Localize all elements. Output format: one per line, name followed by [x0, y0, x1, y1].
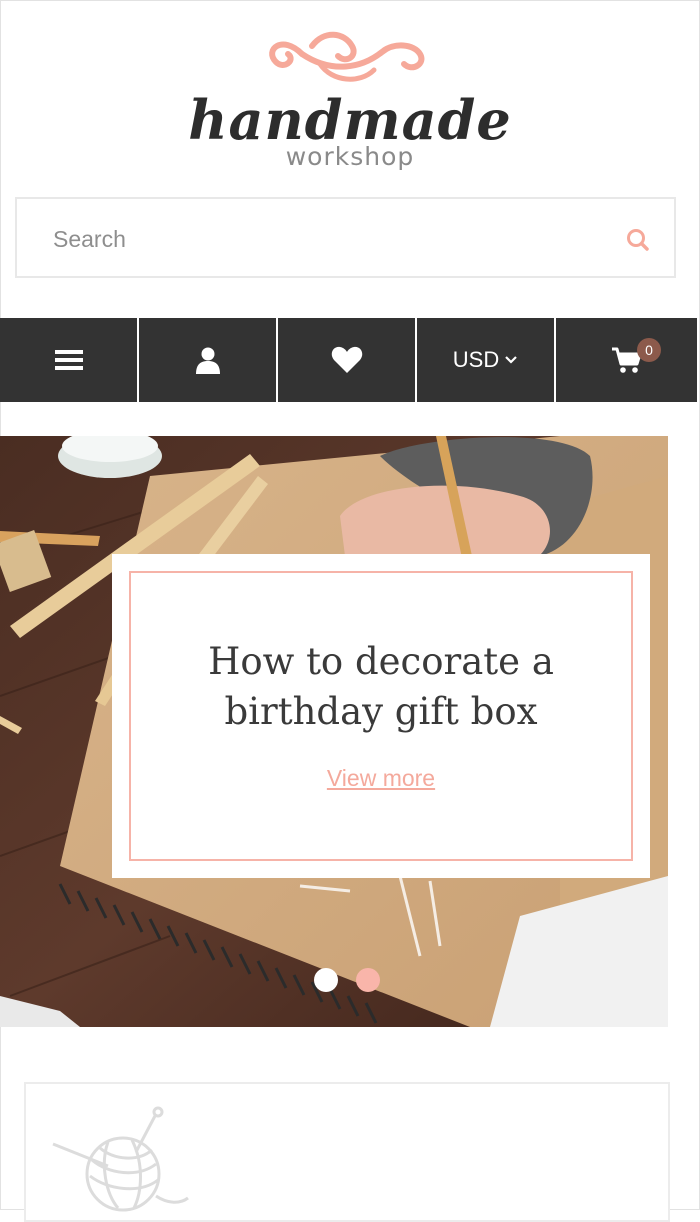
- search-bar: [15, 197, 676, 278]
- feature-card: [24, 1082, 670, 1222]
- slider-dot-2[interactable]: [356, 968, 380, 992]
- currency-selector[interactable]: USD: [417, 318, 556, 402]
- chevron-down-icon: [505, 356, 517, 364]
- currency-label: USD: [452, 347, 500, 372]
- cart-count-badge: 0: [637, 338, 661, 362]
- site-logo[interactable]: handmade workshop: [0, 18, 700, 178]
- search-input[interactable]: [51, 217, 595, 261]
- view-more-link[interactable]: View more: [131, 765, 631, 792]
- swirl-ornament-icon: [269, 31, 425, 82]
- wishlist-button[interactable]: [278, 318, 417, 402]
- yarn-ball-icon: [52, 1106, 189, 1212]
- hero-slider[interactable]: How to decorate a birthday gift box View…: [0, 436, 668, 1027]
- user-icon: [195, 347, 220, 374]
- cart-button[interactable]: 0: [556, 318, 697, 402]
- account-button[interactable]: [139, 318, 278, 402]
- heart-icon: [331, 346, 362, 373]
- logo-wordmark: handmade: [188, 88, 512, 152]
- logo-subtitle: workshop: [285, 142, 415, 171]
- search-icon: [627, 229, 649, 251]
- slider-dot-1[interactable]: [314, 968, 338, 992]
- menu-icon: [54, 350, 83, 370]
- slide-caption-frame: How to decorate a birthday gift box View…: [129, 571, 633, 861]
- menu-button[interactable]: [0, 318, 139, 402]
- top-nav-bar: USD 0: [0, 318, 697, 402]
- slide-title: How to decorate a birthday gift box: [208, 640, 554, 733]
- search-button[interactable]: [623, 225, 653, 255]
- slide-caption-card: How to decorate a birthday gift box View…: [112, 554, 650, 878]
